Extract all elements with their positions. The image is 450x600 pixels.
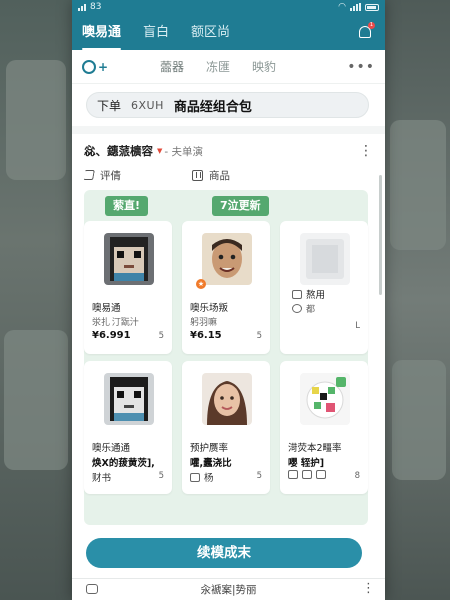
share-action[interactable]: 评倩: [83, 168, 192, 183]
product-card[interactable]: 噢乐通通 焕X的菝黄茨], 财书 5: [84, 361, 172, 494]
box-icon: [292, 290, 302, 299]
product-sub: 嚯,蠹浇比: [190, 458, 232, 469]
chat-icon: [292, 304, 302, 313]
tag-left: 萦直!: [105, 196, 149, 216]
vertical-more-icon[interactable]: ⋮: [359, 143, 373, 159]
product-thumbnail: [104, 373, 154, 425]
top-navigation: 噢易通 盲白 额区尚 1: [72, 14, 385, 50]
product-thumbnail: [202, 373, 252, 425]
cart-icon: [190, 473, 200, 482]
tab-third[interactable]: 额区尚: [191, 21, 230, 44]
signal-icon: [78, 3, 86, 11]
subtab-2[interactable]: 冻匯: [206, 58, 230, 75]
tab-second[interactable]: 盲白: [143, 21, 169, 44]
product-meta: 5: [256, 331, 262, 341]
product-price: 杨: [190, 470, 214, 484]
section-actions: 评倩 商品: [72, 164, 385, 186]
search-prefix: 下单: [97, 98, 122, 113]
product-name: 噢乐通通: [92, 443, 131, 454]
save-icon[interactable]: [316, 470, 326, 479]
comment-icon[interactable]: [302, 470, 312, 479]
notification-button[interactable]: 1: [357, 22, 375, 40]
product-card[interactable]: ★ 噢乐场叛 躬羽嘛 ¥6.15 5: [182, 221, 270, 354]
goods-action[interactable]: 商品: [192, 168, 230, 183]
product-sub: 嚶 轾护]: [288, 458, 325, 469]
more-options-icon[interactable]: •••: [347, 59, 375, 75]
product-name: 渮荧本2疅率: [288, 443, 342, 454]
tab-home[interactable]: 噢易通: [82, 21, 122, 50]
search-query: 商品绖组合包: [173, 99, 252, 115]
star-badge-icon: ★: [196, 279, 206, 289]
product-meta: L: [355, 321, 360, 331]
goods-label: 商品: [209, 169, 230, 182]
background-card: [392, 360, 446, 480]
status-bar: 83 ◠: [72, 0, 385, 14]
battery-icon: [365, 3, 379, 11]
section-header: 惢、鏸蒎櫎容 ▼ - 夫单演 ⋮: [72, 138, 385, 164]
product-meta: 5: [256, 471, 262, 481]
product-sub: 躬羽嘛: [190, 318, 218, 328]
wifi-icon: ◠: [338, 2, 346, 12]
phone-screen: 83 ◠ 噢易通 盲白 额区尚 1 + 蘦器 冻匯 映豹 ••• 下单 6XUH…: [72, 0, 385, 600]
divider: [72, 126, 385, 134]
thumbs-up-icon[interactable]: [288, 470, 298, 479]
product-name: 熬用: [292, 287, 325, 301]
signal-icon: [350, 3, 361, 11]
sub-navigation: + 蘦器 冻匯 映豹 •••: [72, 50, 385, 84]
dropdown-arrow-icon[interactable]: ▼: [157, 147, 162, 155]
section-title: 惢、鏸蒎櫎容: [84, 144, 153, 158]
status-time: 83: [90, 2, 102, 12]
product-card[interactable]: 预护赝率 嚯,蠹浇比 杨 5: [182, 361, 270, 494]
tag-right: 7泣更新: [212, 196, 269, 216]
section-subtitle: - 夫单演: [164, 145, 204, 158]
background-right: [378, 0, 450, 600]
add-circle-icon[interactable]: [82, 59, 96, 74]
product-price: 财书: [92, 473, 112, 484]
background-card: [390, 120, 446, 250]
product-sub: 泶扎 汀翫汁: [92, 318, 139, 328]
product-name: 预护赝率: [190, 443, 229, 454]
product-card[interactable]: 熬用 都 L: [280, 221, 368, 354]
product-meta: 8: [354, 471, 360, 481]
background-card: [6, 60, 66, 180]
product-sub: 焕X的菝黄茨],: [92, 458, 155, 469]
product-name: 噢乐场叛: [190, 303, 229, 314]
goods-icon: [192, 169, 203, 181]
subtab-3[interactable]: 映豹: [252, 58, 276, 75]
footer-bar[interactable]: 汆褫案|势丽 ⋮: [72, 578, 385, 600]
search-code: 6XUH: [131, 98, 164, 112]
product-name: 噢易通: [92, 303, 121, 314]
search-bar[interactable]: 下单 6XUH 商品绖组合包: [86, 92, 369, 118]
product-sub: 都: [292, 302, 315, 315]
product-card[interactable]: 噢易通 泶扎 汀翫汁 ¥6.991 5: [84, 221, 172, 354]
background-card: [4, 330, 68, 470]
product-thumbnail: [104, 233, 154, 285]
notification-badge: 1: [368, 22, 375, 29]
product-actions: [288, 470, 330, 481]
product-thumbnail: [202, 233, 252, 285]
product-price: ¥6.991: [92, 330, 131, 341]
share-icon: [83, 170, 95, 180]
scrollbar[interactable]: [379, 175, 382, 295]
products-panel: 萦直! 7泣更新 噢易通 泶扎 汀翫汁 ¥6.991 5 ★ 噢乐场叛 躬羽嘛 …: [84, 190, 368, 525]
product-thumbnail: [300, 233, 350, 285]
footer-icon: [86, 584, 98, 594]
primary-action-button[interactable]: 续模成末: [86, 538, 362, 568]
product-price: ¥6.15: [190, 330, 222, 341]
product-meta: 5: [158, 331, 164, 341]
footer-more-icon[interactable]: ⋮: [362, 581, 375, 596]
product-meta: 5: [158, 471, 164, 481]
plus-icon[interactable]: +: [98, 60, 108, 74]
product-card[interactable]: 渮荧本2疅率 嚶 轾护] 8: [280, 361, 368, 494]
subtab-1[interactable]: 蘦器: [160, 58, 184, 75]
product-thumbnail: [300, 373, 350, 425]
share-label: 评倩: [100, 169, 121, 182]
footer-label: 汆褫案|势丽: [200, 584, 257, 596]
